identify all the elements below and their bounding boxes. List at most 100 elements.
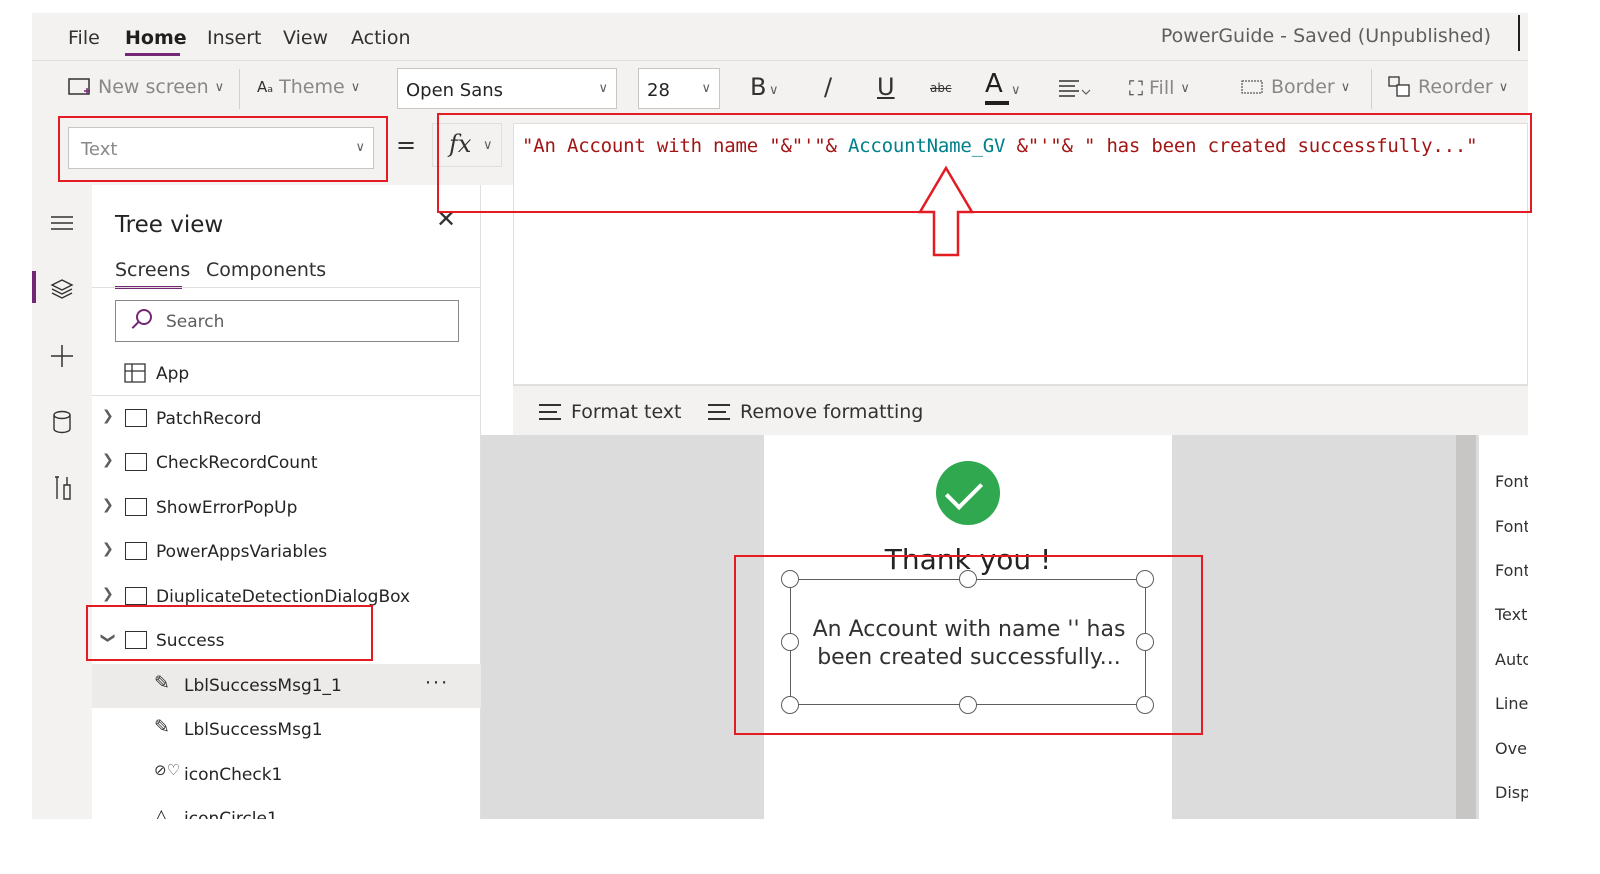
- chevron-down-icon: ∨: [1498, 79, 1509, 95]
- theme-icon: Aₐ: [257, 78, 274, 96]
- tree-view-title: Tree view: [115, 212, 224, 238]
- border-button[interactable]: Border ∨: [1241, 76, 1350, 98]
- check-circle-icon[interactable]: [936, 461, 1000, 525]
- paint-bucket-icon: ⛶: [1129, 76, 1143, 100]
- equals-sign: =: [396, 131, 417, 159]
- font-color-button[interactable]: A ∨: [985, 69, 1021, 105]
- label-edit-icon: ✎: [154, 716, 170, 738]
- border-icon: [1241, 80, 1263, 94]
- tree-view-layers-icon[interactable]: [32, 264, 92, 314]
- tree-item-control[interactable]: ✎ LblSuccessMsg1: [92, 708, 481, 752]
- new-screen-button[interactable]: New screen ∨: [68, 76, 224, 98]
- app-row-divider: [92, 395, 481, 396]
- canvas-scrollbar[interactable]: [1456, 435, 1476, 819]
- tree-item-label: ShowErrorPopUp: [156, 498, 298, 518]
- chevron-down-icon: ∨: [214, 79, 225, 95]
- chevron-right-icon[interactable]: ❯: [102, 586, 114, 602]
- tree-item-app[interactable]: App: [92, 352, 481, 396]
- left-rail: [32, 185, 92, 819]
- menu-view[interactable]: View: [283, 27, 328, 49]
- insert-plus-icon[interactable]: [32, 331, 92, 381]
- tree-item-control[interactable]: △ iconCircle1: [92, 797, 481, 819]
- new-screen-label: New screen: [98, 76, 209, 98]
- tab-components[interactable]: Components: [206, 259, 326, 281]
- new-screen-icon: [68, 78, 90, 95]
- search-placeholder: Search: [166, 312, 225, 332]
- fill-label: Fill: [1149, 77, 1175, 99]
- menu-bar: File Home Insert View Action PowerGuide …: [32, 13, 1528, 60]
- reorder-button[interactable]: Reorder ∨: [1388, 76, 1508, 98]
- tools-icon[interactable]: [32, 463, 92, 513]
- chevron-right-icon[interactable]: ❯: [102, 497, 114, 513]
- remove-formatting-button[interactable]: Remove formatting: [708, 401, 923, 423]
- tree-item-control[interactable]: ⊘♡ iconCheck1: [92, 753, 481, 797]
- chevron-right-icon[interactable]: ❯: [102, 541, 114, 557]
- title-separator: [1518, 15, 1520, 51]
- menu-home[interactable]: Home: [125, 27, 187, 49]
- italic-button[interactable]: /: [824, 73, 832, 101]
- format-text-button[interactable]: Format text: [539, 401, 682, 423]
- hamburger-menu-icon[interactable]: [32, 198, 92, 248]
- menu-insert[interactable]: Insert: [207, 27, 262, 49]
- chevron-down-icon: ∨: [1340, 79, 1351, 95]
- font-color-icon: A: [985, 69, 1003, 99]
- tree-view-panel: Tree view ✕ Screens Components Search Ap…: [92, 185, 481, 819]
- tree-item-label: DiuplicateDetectionDialogBox: [156, 587, 411, 607]
- chevron-down-icon: ∨: [598, 81, 608, 96]
- property-label: Font: [1495, 517, 1528, 536]
- property-label: Font: [1495, 561, 1528, 580]
- tree-item-screen[interactable]: ❯ PatchRecord: [92, 397, 481, 441]
- reorder-label: Reorder: [1418, 76, 1493, 98]
- menu-action[interactable]: Action: [351, 27, 411, 49]
- tree-item-label: PatchRecord: [156, 409, 262, 429]
- app-icon: [124, 363, 146, 383]
- tab-screens[interactable]: Screens: [115, 259, 190, 281]
- search-input[interactable]: Search: [115, 300, 459, 342]
- font-size-select[interactable]: 28 ∨: [638, 68, 720, 109]
- format-text-label: Format text: [571, 401, 682, 423]
- property-label: Auto: [1495, 650, 1528, 669]
- more-options-icon[interactable]: ···: [425, 672, 449, 694]
- tabs-divider: [92, 287, 481, 288]
- strikethrough-button[interactable]: abc: [930, 81, 952, 95]
- tree-item-label: PowerAppsVariables: [156, 542, 328, 562]
- tree-item-label: App: [156, 364, 190, 384]
- tree-item-control-selected[interactable]: ✎ LblSuccessMsg1_1 ···: [92, 664, 481, 708]
- bold-button[interactable]: B: [750, 73, 766, 101]
- search-icon: [136, 309, 152, 325]
- chevron-down-icon: ∨: [1011, 83, 1021, 98]
- annotation-success-screen-box: [86, 605, 373, 661]
- fill-button[interactable]: ⛶ Fill ∨: [1129, 76, 1190, 100]
- chevron-right-icon[interactable]: ❯: [102, 452, 114, 468]
- property-label: Disp: [1495, 783, 1528, 802]
- tree-item-label: iconCircle1: [184, 809, 278, 819]
- screen-icon: [125, 498, 147, 516]
- tree-item-label: LblSuccessMsg1: [184, 720, 323, 740]
- property-label: Text: [1495, 605, 1528, 624]
- property-label: Line: [1495, 694, 1528, 713]
- annotation-label-box: [734, 555, 1203, 735]
- label-edit-icon: ✎: [154, 672, 170, 694]
- chevron-right-icon[interactable]: ❯: [102, 408, 114, 424]
- property-label: Over: [1495, 739, 1528, 758]
- format-bar: Format text Remove formatting: [513, 385, 1528, 435]
- font-family-select[interactable]: Open Sans ∨: [397, 68, 617, 109]
- tree-item-screen[interactable]: ❯ CheckRecordCount: [92, 441, 481, 485]
- rail-active-indicator: [32, 271, 36, 303]
- menu-file[interactable]: File: [68, 27, 100, 49]
- annotation-up-arrow-icon: [917, 166, 975, 257]
- screen-icon: [125, 587, 147, 605]
- align-icon: [1059, 80, 1091, 97]
- data-cylinder-icon[interactable]: [32, 397, 92, 447]
- ribbon-separator: [239, 69, 240, 109]
- theme-button[interactable]: Aₐ Theme ∨: [257, 76, 360, 98]
- align-button[interactable]: [1058, 78, 1094, 104]
- active-menu-indicator: [125, 53, 180, 56]
- icon-control-icon: ⊘♡: [154, 761, 181, 779]
- remove-formatting-icon: [708, 404, 730, 420]
- shapes-icon: △: [154, 805, 169, 819]
- reorder-icon: [1388, 76, 1410, 97]
- tree-item-screen[interactable]: ❯ PowerAppsVariables: [92, 530, 481, 574]
- underline-button[interactable]: U: [877, 73, 895, 101]
- tree-item-screen[interactable]: ❯ ShowErrorPopUp: [92, 486, 481, 530]
